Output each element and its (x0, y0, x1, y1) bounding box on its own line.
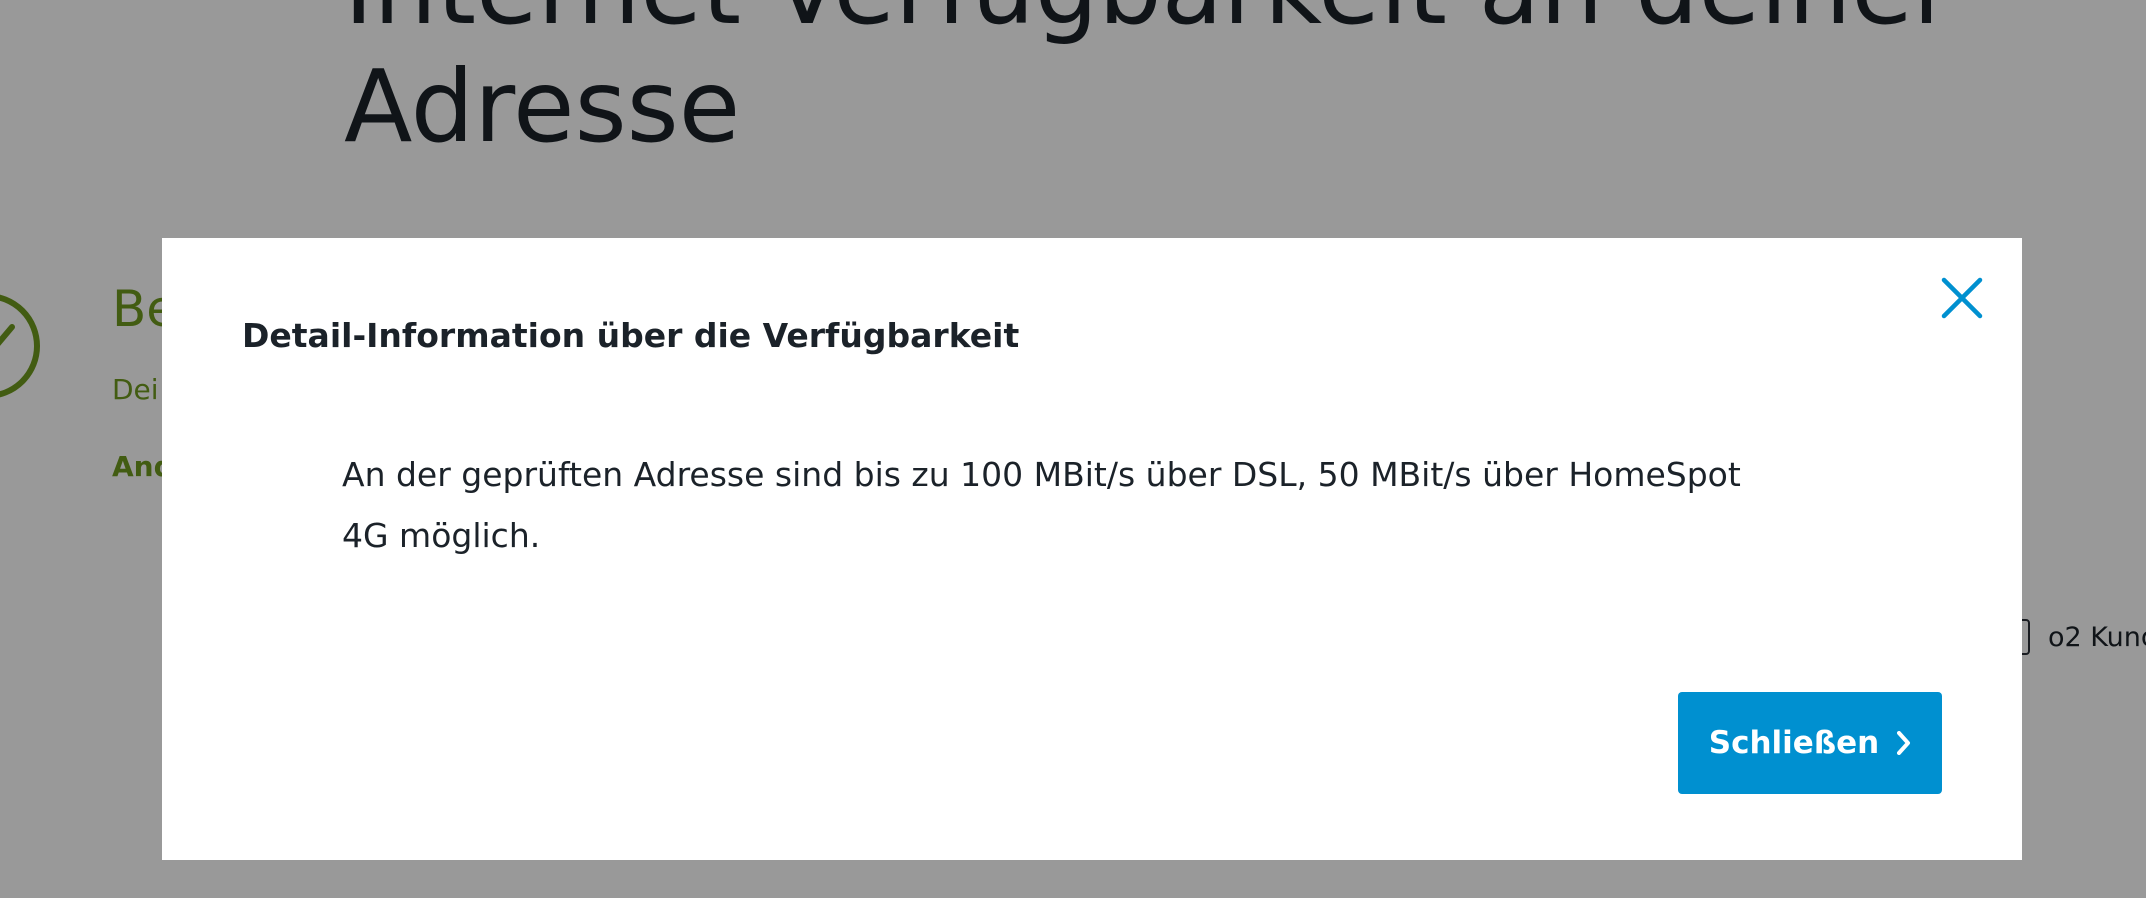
close-icon (1941, 277, 1983, 319)
availability-detail-dialog: Detail-Information über die Verfügbarkei… (162, 238, 2022, 860)
chevron-right-icon (1897, 731, 1911, 755)
close-dialog-button[interactable]: Schließen (1678, 692, 1942, 794)
dialog-message: An der geprüften Adresse sind bis zu 100… (342, 455, 1741, 555)
dialog-close-button[interactable] (1938, 274, 1986, 322)
close-dialog-button-label: Schließen (1708, 725, 1880, 761)
dialog-title: Detail-Information über die Verfügbarkei… (242, 316, 1020, 355)
